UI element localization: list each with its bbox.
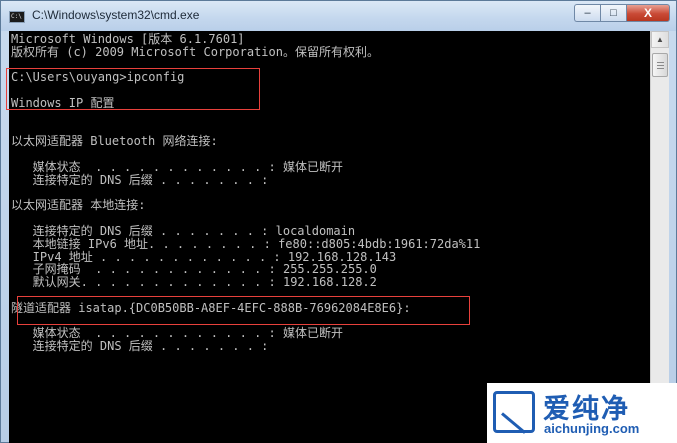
highlight-ipv4-address <box>17 296 470 325</box>
scrollbar-thumb[interactable] <box>652 53 668 77</box>
console-line: 媒体状态 . . . . . . . . . . . . : 媒体已断开 <box>11 159 343 174</box>
highlight-ipconfig-command <box>6 68 260 110</box>
cmd-window: C:\ C:\Windows\system32\cmd.exe – □ X Mi… <box>0 0 677 443</box>
console-line: 以太网适配器 Bluetooth 网络连接: <box>11 134 218 149</box>
watermark-url: aichunjing.com <box>544 421 640 436</box>
minimize-button[interactable]: – <box>574 4 600 22</box>
close-button[interactable]: X <box>626 4 670 22</box>
console-line: 连接特定的 DNS 后缀 . . . . . . . : localdomain <box>11 223 356 238</box>
console-line: 版权所有 (c) 2009 Microsoft Corporation。保留所有… <box>11 44 379 59</box>
console-line: 连接特定的 DNS 后缀 . . . . . . . : <box>11 172 269 187</box>
console-line: Microsoft Windows [版本 6.1.7601] <box>11 32 245 46</box>
window-controls: – □ X <box>574 4 670 22</box>
window-title: C:\Windows\system32\cmd.exe <box>32 8 200 22</box>
console-line: 默认网关. . . . . . . . . . . . . : 192.168.… <box>11 275 377 290</box>
title-bar[interactable]: C:\ C:\Windows\system32\cmd.exe – □ X <box>1 1 676 31</box>
console-line: 本地链接 IPv6 地址. . . . . . . . : fe80::d805… <box>11 236 481 251</box>
vertical-scrollbar[interactable]: ▲ <box>650 31 669 443</box>
maximize-button[interactable]: □ <box>600 4 626 22</box>
watermark: 爱纯净 aichunjing.com <box>487 383 677 443</box>
console-line: 以太网适配器 本地连接: <box>11 198 146 213</box>
cmd-icon: C:\ <box>9 11 25 23</box>
console-line: 连接特定的 DNS 后缀 . . . . . . . : <box>11 339 269 354</box>
scroll-up-icon[interactable]: ▲ <box>651 31 669 48</box>
watermark-logo-icon <box>493 391 535 434</box>
